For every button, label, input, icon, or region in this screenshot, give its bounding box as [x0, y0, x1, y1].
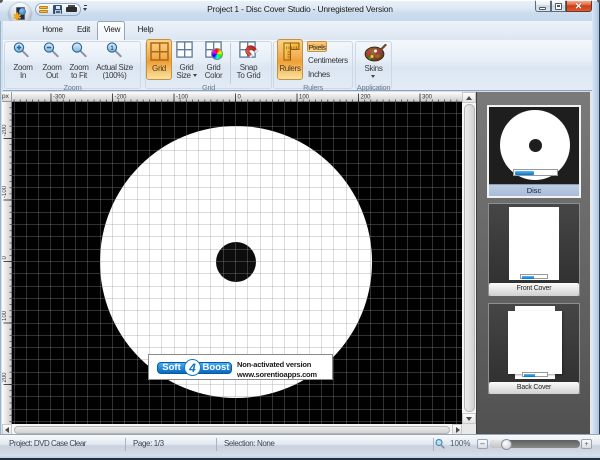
svg-text:200: 200 [361, 95, 372, 101]
svg-text:1: 1 [110, 45, 114, 52]
svg-text:-200: -200 [2, 124, 8, 137]
svg-text:0: 0 [2, 256, 8, 260]
svg-text:200: 200 [2, 372, 8, 383]
svg-text:100: 100 [299, 95, 310, 101]
svg-text:100: 100 [2, 310, 8, 321]
svg-text:-100: -100 [176, 95, 189, 101]
svg-text:-200: -200 [115, 95, 128, 101]
svg-text:0: 0 [238, 95, 242, 101]
svg-text:-100: -100 [2, 185, 8, 198]
svg-text:300: 300 [422, 95, 433, 101]
svg-text:-300: -300 [53, 95, 66, 101]
